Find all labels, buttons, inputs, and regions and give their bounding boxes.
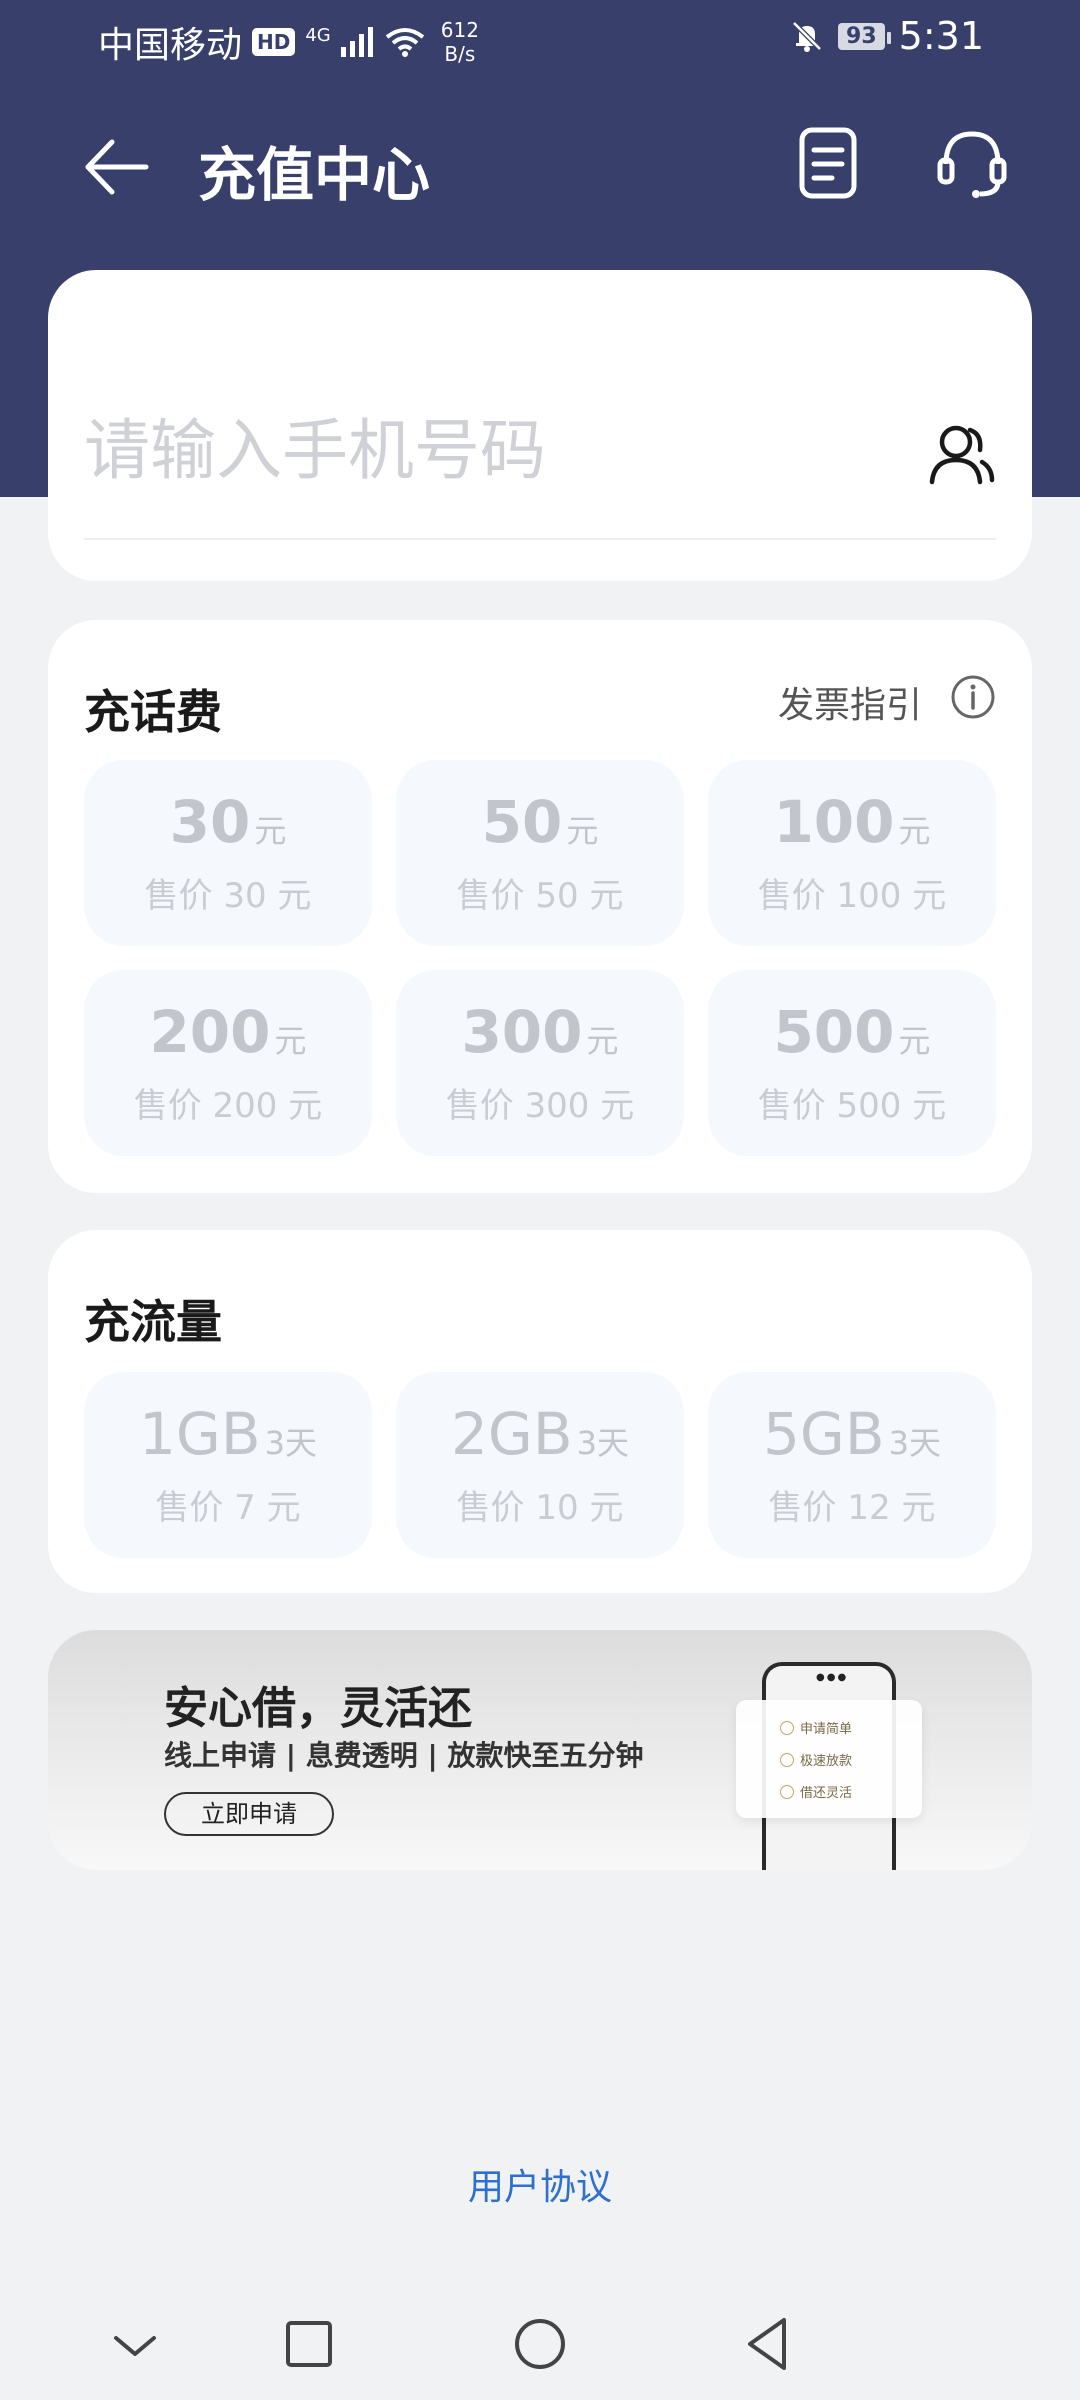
banner-subtitle: 线上申请 | 息费透明 | 放款快至五分钟 bbox=[164, 1739, 644, 1772]
bill-option-30[interactable]: 30 元 售价 30 元 bbox=[84, 760, 372, 946]
nav-recents-button[interactable] bbox=[274, 2310, 344, 2380]
bill-price: 售价 200 元 bbox=[133, 1086, 323, 1126]
network-speed: 612 B/s bbox=[441, 18, 479, 66]
bill-amount: 50 元 bbox=[481, 788, 599, 856]
nav-collapse-button[interactable] bbox=[100, 2310, 170, 2380]
data-option-5gb[interactable]: 5GB 3天 售价 12 元 bbox=[708, 1372, 996, 1558]
data-option-2gb[interactable]: 2GB 3天 售价 10 元 bbox=[396, 1372, 684, 1558]
customer-service-button[interactable] bbox=[934, 126, 1010, 202]
apply-now-button[interactable]: 立即申请 bbox=[164, 1792, 334, 1836]
data-options-grid: 1GB 3天 售价 7 元 2GB 3天 售价 10 元 5GB 3天 售价 12 元 bbox=[84, 1372, 996, 1558]
square-icon bbox=[286, 2321, 332, 2367]
check-circle-icon bbox=[780, 1720, 794, 1735]
phone-bill-card: 充话费 发票指引 30 元 售价 30 元 50 元 售价 50 元 100 元 售价… bbox=[48, 620, 1032, 1193]
back-arrow-icon bbox=[85, 139, 149, 195]
info-icon bbox=[951, 675, 995, 719]
status-bar: 中国移动 HD 4G 612 B/s 93 5:31 bbox=[0, 0, 1080, 80]
signal-icon bbox=[340, 27, 373, 57]
check-circle-icon bbox=[780, 1784, 794, 1799]
network-type: 4G bbox=[305, 24, 331, 46]
bill-price: 售价 500 元 bbox=[757, 1086, 947, 1126]
user-agreement-link[interactable]: 用户协议 bbox=[0, 2158, 1080, 2210]
bill-section-title: 充话费 bbox=[84, 685, 222, 739]
speed-unit: B/s bbox=[444, 42, 476, 66]
phone-number-card bbox=[48, 270, 1032, 581]
system-nav-bar bbox=[0, 2300, 1080, 2400]
triangle-back-icon bbox=[748, 2318, 786, 2370]
loan-promo-banner[interactable]: 安心借，灵活还 线上申请 | 息费透明 | 放款快至五分钟 立即申请 ●●● 申… bbox=[48, 1630, 1032, 1870]
data-option-1gb[interactable]: 1GB 3天 售价 7 元 bbox=[84, 1372, 372, 1558]
data-amount: 1GB 3天 bbox=[138, 1400, 317, 1468]
back-button[interactable] bbox=[82, 132, 152, 202]
bill-amount: 500 元 bbox=[773, 998, 931, 1066]
bill-options-grid: 30 元 售价 30 元 50 元 售价 50 元 100 元 售价 100 元 20… bbox=[84, 760, 996, 1156]
page-title: 充值中心 bbox=[198, 141, 431, 209]
circle-home-icon bbox=[515, 2319, 565, 2369]
bill-option-100[interactable]: 100 元 售价 100 元 bbox=[708, 760, 996, 946]
battery-indicator: 93 bbox=[838, 22, 891, 50]
bill-amount: 200 元 bbox=[149, 998, 307, 1066]
data-price: 售价 10 元 bbox=[456, 1488, 624, 1528]
data-amount: 5GB 3天 bbox=[762, 1400, 941, 1468]
bill-price: 售价 300 元 bbox=[445, 1086, 635, 1126]
data-section-title: 充流量 bbox=[84, 1295, 222, 1349]
bill-amount: 30 元 bbox=[169, 788, 287, 856]
document-list-icon bbox=[799, 127, 857, 199]
data-plan-card: 充流量 1GB 3天 售价 7 元 2GB 3天 售价 10 元 5GB 3天 售价 … bbox=[48, 1230, 1032, 1593]
phone-camera-dots: ●●● bbox=[816, 1672, 849, 1683]
bill-amount: 100 元 bbox=[773, 788, 931, 856]
bill-option-500[interactable]: 500 元 售价 500 元 bbox=[708, 970, 996, 1156]
bill-option-300[interactable]: 300 元 售价 300 元 bbox=[396, 970, 684, 1156]
nav-home-button[interactable] bbox=[505, 2310, 575, 2380]
bill-price: 售价 50 元 bbox=[456, 876, 624, 916]
feature-item: 极速放款 bbox=[780, 1750, 852, 1769]
feature-item: 借还灵活 bbox=[780, 1782, 852, 1801]
banner-title: 安心借，灵活还 bbox=[164, 1683, 472, 1734]
bill-amount: 300 元 bbox=[461, 998, 619, 1066]
bill-price: 售价 100 元 bbox=[757, 876, 947, 916]
data-price: 售价 12 元 bbox=[768, 1488, 936, 1528]
speed-value: 612 bbox=[440, 18, 479, 42]
feature-list-card: 申请简单 极速放款 借还灵活 bbox=[736, 1700, 922, 1818]
input-divider bbox=[84, 538, 996, 540]
carrier-name: 中国移动 bbox=[98, 25, 243, 66]
invoice-info-button[interactable] bbox=[950, 674, 996, 720]
data-price: 售价 7 元 bbox=[155, 1488, 301, 1528]
contact-person-icon bbox=[929, 425, 995, 485]
order-records-button[interactable] bbox=[798, 126, 858, 200]
hd-badge: HD bbox=[252, 28, 296, 56]
app-bar: 充值中心 bbox=[0, 110, 1080, 220]
nav-back-button[interactable] bbox=[734, 2310, 804, 2380]
status-right: 93 5:31 bbox=[790, 14, 984, 58]
bill-price: 售价 30 元 bbox=[144, 876, 312, 916]
bill-option-200[interactable]: 200 元 售价 200 元 bbox=[84, 970, 372, 1156]
clock: 5:31 bbox=[898, 14, 984, 58]
check-circle-icon bbox=[780, 1752, 794, 1767]
bell-muted-icon bbox=[792, 21, 822, 52]
chevron-down-icon bbox=[114, 2336, 156, 2356]
headset-icon bbox=[937, 131, 1007, 198]
wifi-icon bbox=[385, 28, 424, 57]
bill-option-50[interactable]: 50 元 售价 50 元 bbox=[396, 760, 684, 946]
status-left: 中国移动 HD 4G 612 B/s bbox=[98, 16, 479, 68]
phone-number-input[interactable] bbox=[84, 410, 904, 490]
invoice-guide-link[interactable]: 发票指引 bbox=[778, 676, 922, 728]
data-amount: 2GB 3天 bbox=[450, 1400, 629, 1468]
feature-item: 申请简单 bbox=[780, 1718, 852, 1737]
contacts-button[interactable] bbox=[926, 420, 998, 492]
